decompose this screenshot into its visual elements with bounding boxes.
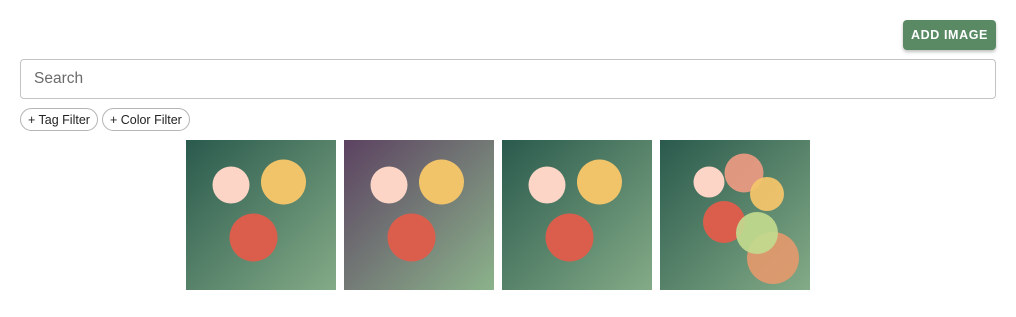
yellow-circle (577, 159, 622, 205)
red-circle (229, 213, 278, 262)
thumbnail-1[interactable] (186, 140, 336, 290)
tag-filter-chip[interactable]: + Tag Filter (20, 108, 98, 131)
red-circle (545, 213, 594, 262)
yellow-circle (261, 159, 306, 205)
pink-circle (370, 166, 408, 204)
color-filter-chip[interactable]: + Color Filter (101, 108, 190, 131)
image-library-page: ADD IMAGE + Tag Filter + Color Filter (0, 0, 1016, 317)
thumbnail-4[interactable] (660, 140, 810, 290)
yellow-circle (750, 177, 784, 211)
pink-circle (693, 166, 725, 198)
image-gallery (186, 140, 810, 290)
lime-circle (736, 212, 778, 254)
search-field[interactable] (20, 59, 996, 99)
thumbnail-2[interactable] (344, 140, 494, 290)
pink-circle (212, 166, 250, 204)
yellow-circle (419, 159, 464, 205)
red-circle (387, 213, 436, 262)
add-image-button[interactable]: ADD IMAGE (903, 20, 996, 50)
thumbnail-3[interactable] (502, 140, 652, 290)
search-input[interactable] (21, 60, 995, 98)
pink-circle (528, 166, 566, 204)
filter-chips: + Tag Filter + Color Filter (20, 108, 190, 131)
